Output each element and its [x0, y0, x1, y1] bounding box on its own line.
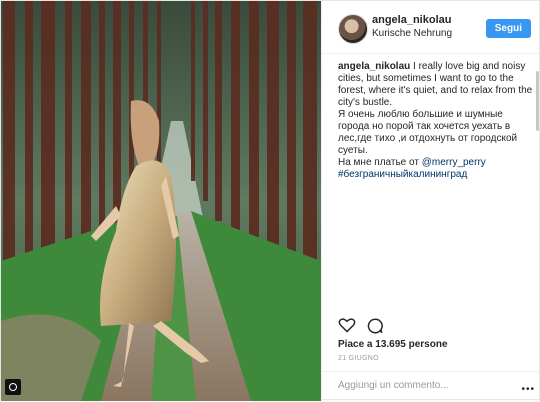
caption-dress-prefix: На мне платье от — [338, 157, 419, 168]
post-caption: angela_nikolau I really love big and noi… — [338, 61, 534, 181]
corner-badge-icon[interactable] — [5, 379, 21, 395]
post-sidebar: angela_nikolau Kurische Nehrung Segui an… — [321, 1, 540, 401]
post-photo[interactable] — [1, 1, 321, 401]
caption-scrollbar[interactable] — [536, 71, 539, 131]
hashtag-link[interactable]: #безграничныйкалининград — [338, 169, 467, 180]
caption-username[interactable]: angela_nikolau — [338, 61, 410, 72]
instagram-post: angela_nikolau Kurische Nehrung Segui an… — [0, 0, 540, 401]
more-icon[interactable]: ••• — [521, 384, 535, 395]
location-link[interactable]: Kurische Nehrung — [372, 28, 452, 39]
comment-icon[interactable] — [366, 317, 384, 335]
username-link[interactable]: angela_nikolau — [372, 14, 451, 26]
post-header: angela_nikolau Kurische Nehrung Segui — [322, 1, 540, 54]
post-date: 21 GIUGNO — [338, 355, 379, 362]
avatar[interactable] — [338, 14, 368, 44]
likes-count[interactable]: Piace a 13.695 persone — [338, 339, 448, 350]
caption-text-ru: Я очень люблю большие и шумные города но… — [338, 109, 518, 156]
heart-icon[interactable] — [338, 317, 356, 333]
follow-button[interactable]: Segui — [485, 19, 531, 38]
comment-input[interactable] — [338, 380, 518, 391]
forest-image — [1, 1, 321, 401]
mention-link[interactable]: @merry_perry — [422, 157, 486, 168]
comment-bar: ••• — [322, 371, 540, 402]
